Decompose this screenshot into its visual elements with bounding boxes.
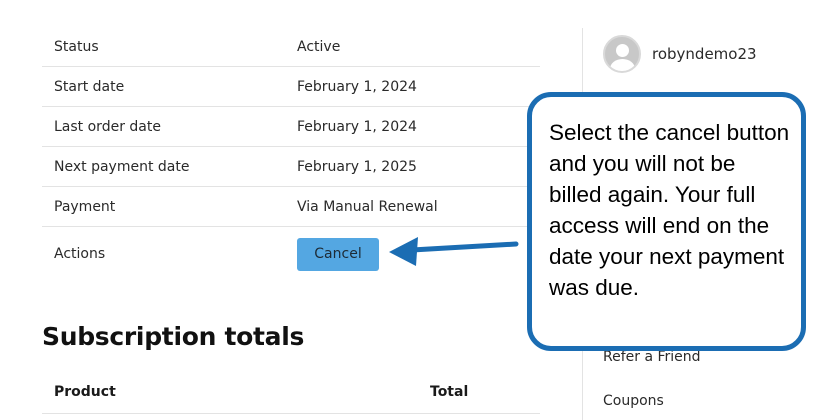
sidebar-item-refer-a-friend[interactable]: Refer a Friend <box>603 349 701 365</box>
callout-text: Select the cancel button and you will no… <box>549 120 790 300</box>
subscription-totals-heading: Subscription totals <box>42 322 305 351</box>
total-column-header: Total <box>430 384 469 400</box>
actions-label: Actions <box>54 246 106 262</box>
payment-label: Payment <box>54 198 116 215</box>
avatar-icon <box>603 35 641 73</box>
totals-table-header: Product Total <box>42 372 540 414</box>
account-page: Status Active Start date February 1, 202… <box>0 0 840 420</box>
last-order-date-label: Last order date <box>54 118 161 135</box>
next-payment-date-value: February 1, 2025 <box>297 158 417 175</box>
table-row: Status Active <box>42 27 540 67</box>
table-row: Start date February 1, 2024 <box>42 67 540 107</box>
cancel-subscription-button[interactable]: Cancel <box>297 237 379 271</box>
start-date-label: Start date <box>54 78 125 95</box>
table-row: Last order date February 1, 2024 <box>42 107 540 147</box>
status-label: Status <box>54 38 99 55</box>
left-arrow-icon <box>389 237 519 266</box>
sidebar-item-coupons[interactable]: Coupons <box>603 393 664 409</box>
last-order-date-value: February 1, 2024 <box>297 118 417 135</box>
table-row: Next payment date February 1, 2025 <box>42 147 540 187</box>
start-date-value: February 1, 2024 <box>297 78 417 95</box>
instruction-callout: Select the cancel button and you will no… <box>527 92 806 351</box>
table-row: Payment Via Manual Renewal <box>42 187 540 227</box>
username: robyndemo23 <box>652 45 757 63</box>
actions-value: Cancel <box>297 237 379 271</box>
user-profile: robyndemo23 <box>603 35 757 73</box>
status-value: Active <box>297 38 341 55</box>
next-payment-date-label: Next payment date <box>54 158 190 175</box>
product-column-header: Product <box>54 384 116 400</box>
payment-value: Via Manual Renewal <box>297 198 438 215</box>
